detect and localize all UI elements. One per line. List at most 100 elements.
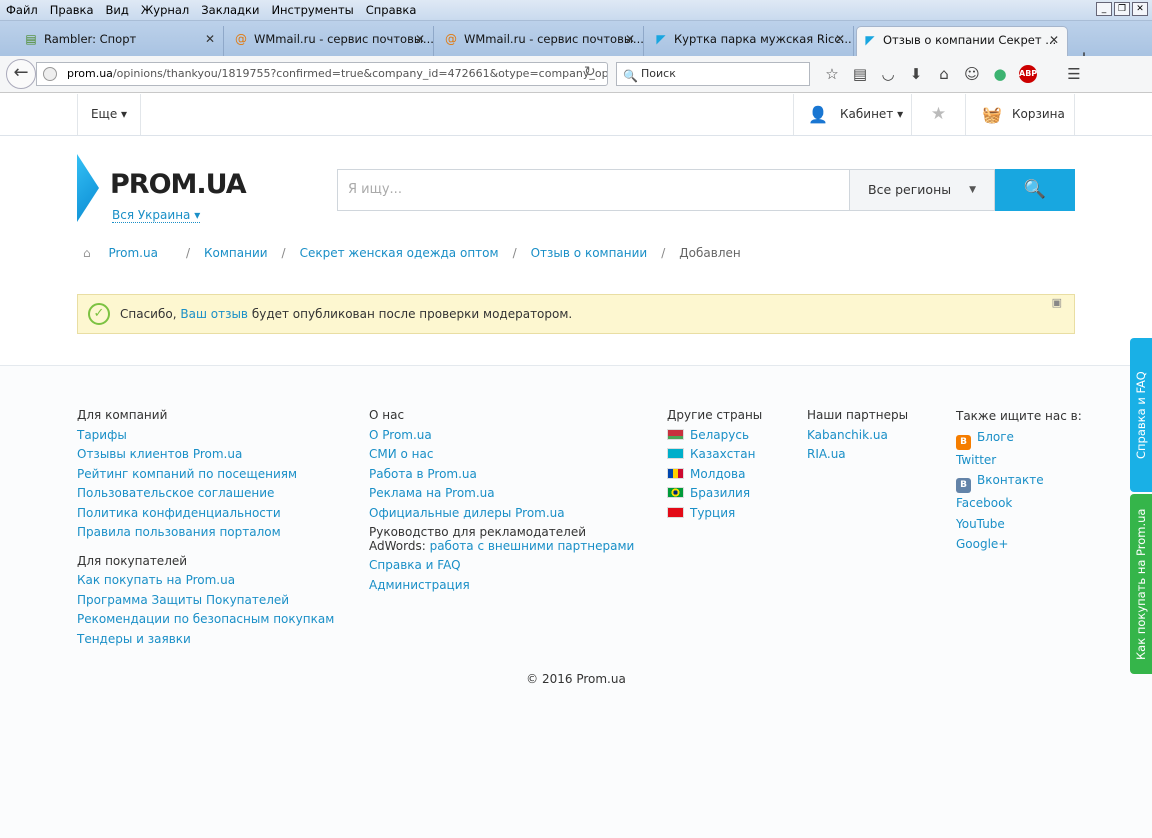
footer-link[interactable]: Отзывы клиентов Prom.ua (77, 445, 334, 465)
pocket-icon[interactable]: ◡ (876, 62, 900, 86)
browser-search-input[interactable]: 🔍 Поиск (616, 62, 810, 86)
menu-history[interactable]: Журнал (135, 0, 195, 21)
close-tab-icon[interactable]: ✕ (625, 26, 635, 52)
close-window-button[interactable]: ✕ (1132, 2, 1148, 16)
chat-icon[interactable]: ☺ (960, 62, 984, 86)
footer-link[interactable]: RIA.ua (807, 445, 908, 465)
footer-link[interactable]: Реклама на Prom.ua (369, 484, 634, 504)
copyright: © 2016 Prom.ua (526, 672, 626, 686)
back-button[interactable]: ← (6, 59, 36, 89)
browser-tab[interactable]: @ WMmail.ru - сервис почтовы... ✕ (438, 26, 644, 56)
region-selector[interactable]: Вся Украина ▾ (112, 208, 201, 223)
adwords-link[interactable]: работа с внешними партнерами (430, 539, 635, 553)
menu-icon[interactable]: ☰ (1062, 62, 1086, 86)
download-icon[interactable]: ⬇ (904, 62, 928, 86)
footer-link[interactable]: О Prom.ua (369, 426, 634, 446)
footer-link[interactable]: Рекомендации по безопасным покупкам (77, 610, 334, 630)
footer-link[interactable]: Программа Защиты Покупателей (77, 591, 334, 611)
reload-icon[interactable]: ↻ (584, 64, 596, 80)
country-link-turkey[interactable]: Турция (667, 504, 762, 524)
footer-link[interactable]: Тендеры и заявки (77, 630, 334, 650)
favorites-star-icon[interactable]: ★ (911, 94, 965, 135)
close-tab-icon[interactable]: ✕ (835, 26, 845, 52)
footer-link[interactable]: Как покупать на Prom.ua (77, 571, 334, 591)
footer-link[interactable]: Администрация (369, 576, 634, 596)
footer-link[interactable]: Справка и FAQ (369, 556, 634, 576)
footer-heading: Также ищите нас в: (956, 409, 1082, 423)
menu-tools[interactable]: Инструменты (265, 0, 359, 21)
footer-link[interactable]: Правила пользования порталом (77, 523, 334, 543)
url-bar[interactable]: prom.ua/opinions/thankyou/1819755?confir… (36, 62, 608, 86)
breadcrumb-separator: / (281, 246, 286, 260)
breadcrumb-home[interactable]: ⌂ Prom.ua (83, 246, 172, 260)
minimize-button[interactable]: _ (1096, 2, 1112, 16)
footer-link[interactable]: Пользовательское соглашение (77, 484, 334, 504)
home-icon[interactable]: ⌂ (932, 62, 956, 86)
maximize-button[interactable]: ❐ (1114, 2, 1130, 16)
region-select[interactable]: Все регионы ▼ (849, 169, 995, 211)
alert-close-icon[interactable]: ▣ (1052, 296, 1062, 310)
menu-view[interactable]: Вид (100, 0, 135, 21)
footer-link[interactable]: Тарифы (77, 426, 334, 446)
side-tab-help[interactable]: Справка и FAQ (1130, 338, 1152, 492)
social-link-vk[interactable]: В Вконтакте (956, 470, 1082, 493)
footer-partners: Наши партнеры Kabanchik.ua RIA.ua (807, 406, 908, 465)
back-arrow-icon: ← (13, 62, 29, 83)
vk-icon: В (956, 478, 971, 493)
menu-file[interactable]: Файл (0, 0, 44, 21)
footer-link[interactable]: Рейтинг компаний по посещениям (77, 465, 334, 485)
browser-tab[interactable]: ◤ Куртка парка мужская Ricc... ✕ (648, 26, 854, 56)
footer-heading: Наши партнеры (807, 408, 909, 422)
menu-bar: Файл Правка Вид Журнал Закладки Инструме… (0, 0, 1152, 21)
footer: Для компаний Тарифы Отзывы клиентов Prom… (0, 365, 1152, 838)
web-page: Еще ▾ 👤 Кабинет ▾ ★ 🧺 Корзина PROM.UA Вс… (0, 94, 1152, 838)
more-menu-button[interactable]: Еще ▾ (77, 94, 141, 135)
search-button[interactable]: 🔍 (995, 169, 1075, 211)
check-circle-icon: ✓ (88, 303, 110, 325)
country-link-brazil[interactable]: Бразилия (667, 484, 762, 504)
close-tab-icon[interactable]: ✕ (205, 26, 215, 52)
bookmark-star-icon[interactable]: ☆ (820, 62, 844, 86)
social-link-twitter[interactable]: Twitter (956, 450, 1082, 471)
social-link-youtube[interactable]: YouTube (956, 514, 1082, 535)
url-path: /opinions/thankyou/1819755?confirmed=tru… (112, 67, 608, 80)
site-search-input[interactable]: Я ищу... (337, 169, 849, 211)
brazil-flag-icon (667, 487, 684, 498)
reading-list-icon[interactable]: ▤ (848, 62, 872, 86)
social-link-blog[interactable]: B Блоге (956, 427, 1082, 450)
country-label: Турция (690, 505, 736, 520)
wmmail-icon: @ (445, 32, 457, 46)
footer-link[interactable]: Официальные дилеры Prom.ua (369, 504, 634, 524)
footer-link[interactable]: Работа в Prom.ua (369, 465, 634, 485)
tab-title: WMmail.ru - сервис почтовы... (464, 32, 644, 46)
footer-link[interactable]: Kabanchik.ua (807, 426, 908, 446)
social-link-googleplus[interactable]: Google+ (956, 534, 1082, 555)
side-tab-how-to-buy[interactable]: Как покупать на Prom.ua (1130, 494, 1152, 674)
review-link[interactable]: Ваш отзыв (180, 307, 248, 321)
country-link-belarus[interactable]: Беларусь (667, 426, 762, 446)
breadcrumb-review[interactable]: Отзыв о компании (531, 246, 648, 260)
browser-tab-active[interactable]: ◤ Отзыв о компании Секрет ... ✕ (856, 26, 1068, 56)
cabinet-button[interactable]: 👤 Кабинет ▾ (793, 94, 911, 135)
menu-bookmarks[interactable]: Закладки (195, 0, 265, 21)
dropdown-arrow-icon: ▼ (969, 185, 976, 195)
browser-tab[interactable]: ▤ Rambler: Спорт ✕ (18, 26, 224, 56)
browser-tab[interactable]: @ WMmail.ru - сервис почтовы... ✕ (228, 26, 434, 56)
country-link-kazakhstan[interactable]: Казахстан (667, 445, 762, 465)
country-link-moldova[interactable]: Молдова (667, 465, 762, 485)
cart-button[interactable]: 🧺 Корзина (965, 94, 1075, 135)
breadcrumb: ⌂ Prom.ua / Компании / Секрет женская од… (83, 246, 755, 260)
close-tab-icon[interactable]: ✕ (415, 26, 425, 52)
breadcrumb-companies[interactable]: Компании (204, 246, 268, 260)
adblock-icon[interactable]: ABP (1019, 65, 1037, 83)
footer-countries: Другие страны Беларусь Казахстан Молдова… (667, 406, 762, 523)
menu-edit[interactable]: Правка (44, 0, 100, 21)
menu-help[interactable]: Справка (360, 0, 423, 21)
footer-link[interactable]: Политика конфиденциальности (77, 504, 334, 524)
close-tab-icon[interactable]: ✕ (1049, 27, 1059, 53)
grammarly-icon[interactable]: ● (988, 62, 1012, 86)
breadcrumb-company[interactable]: Секрет женская одежда оптом (300, 246, 499, 260)
user-icon: 👤 (808, 105, 828, 124)
social-link-facebook[interactable]: Facebook (956, 493, 1082, 514)
footer-link[interactable]: СМИ о нас (369, 445, 634, 465)
